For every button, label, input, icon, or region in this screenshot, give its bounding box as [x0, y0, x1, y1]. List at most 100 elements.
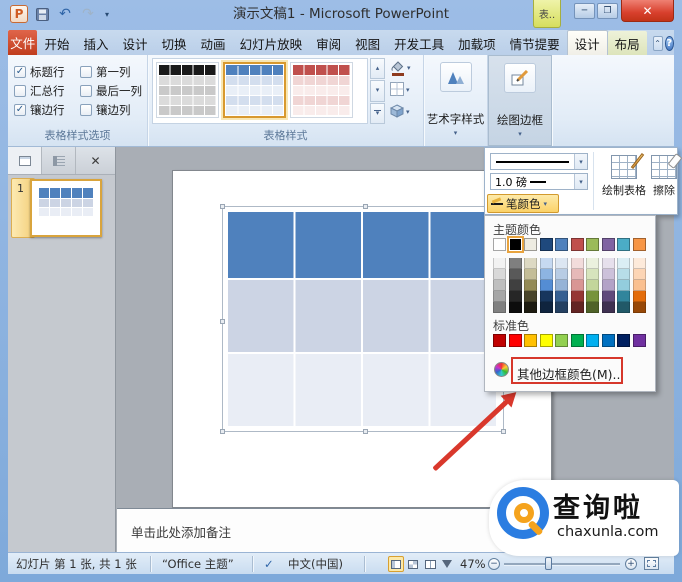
tab-transitions[interactable]: 切换 — [155, 31, 194, 55]
more-border-colors-item[interactable]: 其他边框颜色(M).. — [485, 356, 655, 386]
color-swatch[interactable] — [509, 238, 522, 251]
color-swatch[interactable] — [509, 302, 522, 313]
color-swatch[interactable] — [555, 302, 568, 313]
color-swatch[interactable] — [586, 280, 599, 291]
color-swatch[interactable] — [524, 258, 537, 269]
color-swatch[interactable] — [493, 269, 506, 280]
color-swatch[interactable] — [493, 334, 506, 347]
close-button[interactable]: ✕ — [621, 0, 674, 22]
color-swatch[interactable] — [524, 238, 537, 251]
language-indicator[interactable]: 中文(中国) — [288, 553, 343, 575]
color-swatch[interactable] — [602, 291, 615, 302]
color-swatch[interactable] — [571, 258, 584, 269]
tab-developer[interactable]: 开发工具 — [387, 31, 451, 55]
color-swatch[interactable] — [602, 238, 615, 251]
table-style-preview-red[interactable] — [290, 62, 353, 118]
close-panel-icon[interactable]: ✕ — [76, 147, 115, 174]
table-tools-contextual-header[interactable]: 表.. — [533, 0, 561, 28]
color-swatch[interactable] — [493, 280, 506, 291]
tab-file[interactable]: 文件 — [8, 30, 37, 55]
checkbox-banded-rows[interactable]: ✓ 镶边行 — [14, 100, 65, 119]
tab-design[interactable]: 设计 — [116, 31, 155, 55]
draw-table-button[interactable]: 绘制表格 — [597, 151, 651, 211]
pen-style-dropdown[interactable]: ▾ — [490, 153, 588, 170]
color-swatch[interactable] — [509, 334, 522, 347]
color-swatch[interactable] — [571, 280, 584, 291]
checkbox-banded-columns[interactable]: ✓ 镶边列 — [80, 100, 142, 119]
color-swatch[interactable] — [555, 238, 568, 251]
color-swatch[interactable] — [493, 258, 506, 269]
color-swatch[interactable] — [633, 280, 646, 291]
checkbox-first-column[interactable]: ✓ 第一列 — [80, 62, 142, 81]
color-swatch[interactable] — [555, 280, 568, 291]
zoom-out-icon[interactable]: − — [488, 558, 500, 570]
color-swatch[interactable] — [509, 258, 522, 269]
color-swatch[interactable] — [509, 280, 522, 291]
color-swatch[interactable] — [617, 302, 630, 313]
color-swatch[interactable] — [586, 291, 599, 302]
resize-handle[interactable] — [220, 204, 225, 209]
color-swatch[interactable] — [524, 269, 537, 280]
maximize-button[interactable]: ❐ — [597, 3, 618, 19]
color-swatch[interactable] — [540, 334, 553, 347]
checkbox-icon[interactable]: ✓ — [14, 104, 26, 116]
color-swatch[interactable] — [633, 334, 646, 347]
color-swatch[interactable] — [540, 258, 553, 269]
color-swatch[interactable] — [617, 238, 630, 251]
checkbox-last-column[interactable]: ✓ 最后一列 — [80, 81, 142, 100]
color-swatch[interactable] — [602, 334, 615, 347]
tab-insert[interactable]: 插入 — [77, 31, 116, 55]
color-swatch[interactable] — [602, 269, 615, 280]
checkbox-icon[interactable]: ✓ — [80, 104, 92, 116]
color-swatch[interactable] — [602, 302, 615, 313]
tab-animations[interactable]: 动画 — [194, 31, 233, 55]
color-swatch[interactable] — [571, 269, 584, 280]
checkbox-total-row[interactable]: ✓ 汇总行 — [14, 81, 65, 100]
view-normal-button[interactable] — [388, 556, 404, 572]
color-swatch[interactable] — [633, 269, 646, 280]
resize-handle[interactable] — [220, 429, 225, 434]
color-swatch[interactable] — [571, 291, 584, 302]
color-swatch[interactable] — [617, 269, 630, 280]
tab-tabletools-layout[interactable]: 布局 — [608, 31, 647, 55]
gallery-scroll-down-icon[interactable]: ▾ — [370, 80, 385, 101]
color-swatch[interactable] — [633, 238, 646, 251]
zoom-in-icon[interactable]: + — [625, 558, 637, 570]
color-swatch[interactable] — [555, 334, 568, 347]
color-swatch[interactable] — [555, 258, 568, 269]
color-swatch[interactable] — [524, 291, 537, 302]
color-swatch[interactable] — [633, 291, 646, 302]
color-swatch[interactable] — [571, 334, 584, 347]
tab-home[interactable]: 开始 — [37, 31, 76, 55]
color-swatch[interactable] — [633, 258, 646, 269]
tab-review[interactable]: 审阅 — [309, 31, 348, 55]
group-draw-borders[interactable]: 绘图边框 ▾ — [488, 55, 552, 146]
checkbox-icon[interactable]: ✓ — [80, 66, 92, 78]
color-swatch[interactable] — [602, 258, 615, 269]
color-swatch[interactable] — [586, 238, 599, 251]
tab-view[interactable]: 视图 — [348, 31, 387, 55]
color-swatch[interactable] — [493, 302, 506, 313]
color-swatch[interactable] — [617, 334, 630, 347]
color-swatch[interactable] — [493, 238, 506, 251]
color-swatch[interactable] — [509, 269, 522, 280]
theme-name[interactable]: “Office 主题” — [162, 553, 234, 575]
view-sorter-button[interactable] — [405, 556, 421, 572]
table-selection-frame[interactable] — [222, 206, 504, 432]
color-swatch[interactable] — [617, 291, 630, 302]
tab-addins[interactable]: 加载项 — [451, 31, 503, 55]
zoom-slider-thumb[interactable] — [545, 557, 552, 570]
tab-slideshow[interactable]: 幻灯片放映 — [233, 31, 310, 55]
view-slideshow-button[interactable] — [439, 556, 455, 572]
color-swatch[interactable] — [586, 302, 599, 313]
color-swatch[interactable] — [540, 280, 553, 291]
tab-tabletools-design[interactable]: 设计 — [567, 30, 608, 55]
color-swatch[interactable] — [509, 291, 522, 302]
help-icon[interactable]: ? — [665, 36, 674, 51]
zoom-level[interactable]: 47% — [460, 553, 486, 575]
color-swatch[interactable] — [540, 302, 553, 313]
color-swatch[interactable] — [524, 334, 537, 347]
slide-thumbnail[interactable] — [30, 179, 102, 237]
table-style-preview-dark[interactable] — [156, 62, 219, 118]
checkbox-icon[interactable]: ✓ — [14, 66, 26, 78]
